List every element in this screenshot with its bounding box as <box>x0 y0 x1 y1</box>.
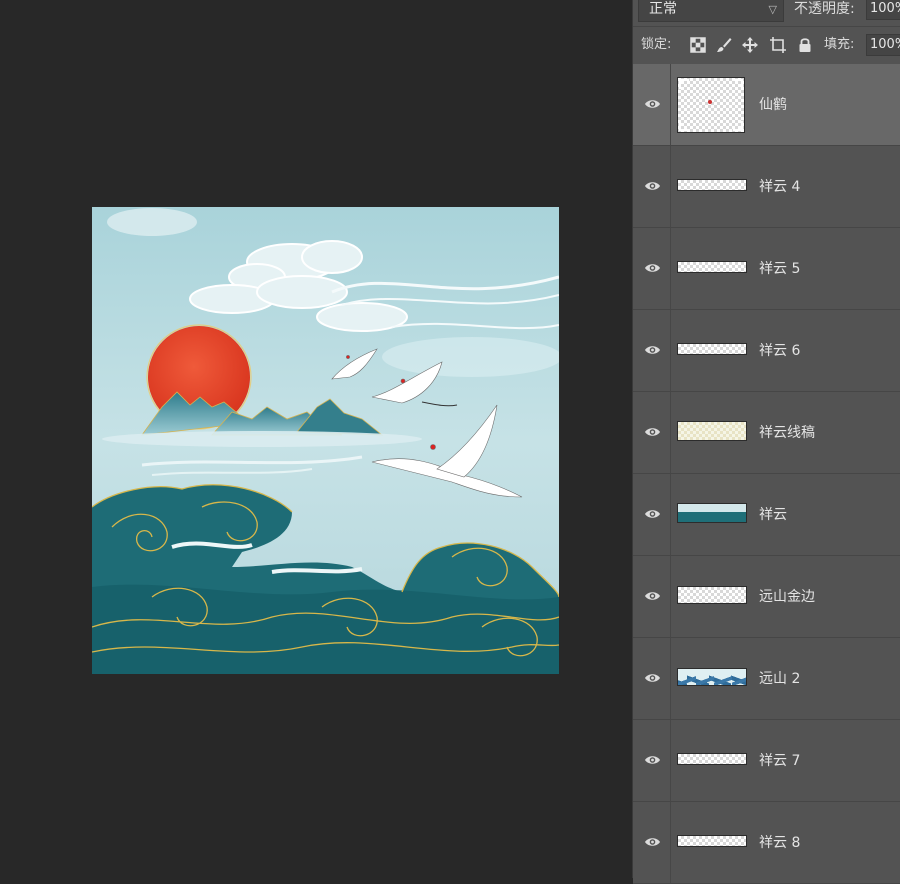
layer-thumbnail[interactable] <box>677 753 747 765</box>
visibility-eye-icon[interactable] <box>644 754 661 766</box>
layer-row[interactable]: 仙鹤 <box>633 64 900 146</box>
lock-position-move-icon[interactable] <box>741 36 759 54</box>
layer-visibility-toggle[interactable] <box>633 146 671 227</box>
layer-name[interactable]: 祥云 6 <box>759 341 800 361</box>
document-canvas-area[interactable] <box>0 0 632 878</box>
layer-list: 仙鹤祥云 4 祥云 5 祥云 6 祥云线稿祥云远山金边远山 2 祥云 7 祥云 8 <box>633 64 900 884</box>
layer-visibility-toggle[interactable] <box>633 802 671 883</box>
fill-input[interactable]: 100% <box>866 34 900 56</box>
visibility-eye-icon[interactable] <box>644 508 661 520</box>
fill-label: 填充: <box>824 37 855 52</box>
layer-row[interactable]: 祥云 <box>633 474 900 556</box>
layer-name[interactable]: 祥云 <box>759 505 787 525</box>
layer-visibility-toggle[interactable] <box>633 392 671 473</box>
lock-transparent-pixels-icon[interactable] <box>689 36 707 54</box>
visibility-eye-icon[interactable] <box>644 426 661 438</box>
blend-mode-value: 正常 <box>649 1 677 17</box>
layer-visibility-toggle[interactable] <box>633 638 671 719</box>
layer-name[interactable]: 祥云 8 <box>759 833 800 853</box>
visibility-eye-icon[interactable] <box>644 836 661 848</box>
layer-thumbnail[interactable] <box>677 503 747 523</box>
layer-visibility-toggle[interactable] <box>633 228 671 309</box>
visibility-eye-icon[interactable] <box>644 262 661 274</box>
layer-thumbnail[interactable] <box>677 835 747 847</box>
layer-row[interactable]: 祥云 4 <box>633 146 900 228</box>
visibility-eye-icon[interactable] <box>644 98 661 110</box>
layer-visibility-toggle[interactable] <box>633 64 671 145</box>
lock-all-padlock-icon[interactable] <box>796 36 814 54</box>
opacity-input[interactable]: 100% <box>866 0 900 20</box>
layer-row[interactable]: 祥云 6 <box>633 310 900 392</box>
visibility-eye-icon[interactable] <box>644 180 661 192</box>
opacity-label: 不透明度: <box>794 1 855 17</box>
visibility-eye-icon[interactable] <box>644 590 661 602</box>
layer-visibility-toggle[interactable] <box>633 474 671 555</box>
artwork-canvas[interactable] <box>92 207 559 674</box>
layer-name[interactable]: 祥云 4 <box>759 177 800 197</box>
chevron-down-icon: ▽ <box>768 3 777 16</box>
layer-thumbnail[interactable] <box>677 261 747 273</box>
layer-thumbnail[interactable] <box>677 77 745 133</box>
layer-thumbnail[interactable] <box>677 586 747 604</box>
blend-mode-dropdown[interactable]: 正常 ▽ <box>638 0 784 22</box>
layer-visibility-toggle[interactable] <box>633 720 671 801</box>
layer-thumbnail[interactable] <box>677 421 747 441</box>
artwork-illustration <box>92 207 559 674</box>
layer-thumbnail[interactable] <box>677 343 747 355</box>
layer-visibility-toggle[interactable] <box>633 556 671 637</box>
layer-name[interactable]: 远山 2 <box>759 669 800 689</box>
layer-name[interactable]: 远山金边 <box>759 587 815 607</box>
layer-name[interactable]: 祥云 5 <box>759 259 800 279</box>
layer-thumbnail[interactable] <box>677 668 747 686</box>
layers-panel: 正常 ▽ 不透明度: 100% 锁定: 填 <box>632 0 900 884</box>
lock-options-row: 锁定: 填充: 100% <box>633 26 900 65</box>
layer-name[interactable]: 祥云线稿 <box>759 423 815 443</box>
visibility-eye-icon[interactable] <box>644 672 661 684</box>
visibility-eye-icon[interactable] <box>644 344 661 356</box>
layer-name[interactable]: 仙鹤 <box>759 95 787 115</box>
layer-row[interactable]: 祥云 7 <box>633 720 900 802</box>
lock-image-pixels-brush-icon[interactable] <box>715 36 733 54</box>
lock-label: 锁定: <box>641 37 672 52</box>
layer-name[interactable]: 祥云 7 <box>759 751 800 771</box>
layer-row[interactable]: 远山 2 <box>633 638 900 720</box>
layer-row[interactable]: 祥云线稿 <box>633 392 900 474</box>
lock-artboard-icon[interactable] <box>769 36 787 54</box>
sky-haze <box>107 208 197 236</box>
layer-row[interactable]: 远山金边 <box>633 556 900 638</box>
blend-options-row: 正常 ▽ 不透明度: 100% <box>633 0 900 27</box>
layer-row[interactable]: 祥云 8 <box>633 802 900 884</box>
layer-thumbnail[interactable] <box>677 179 747 191</box>
layer-visibility-toggle[interactable] <box>633 310 671 391</box>
layer-row[interactable]: 祥云 5 <box>633 228 900 310</box>
